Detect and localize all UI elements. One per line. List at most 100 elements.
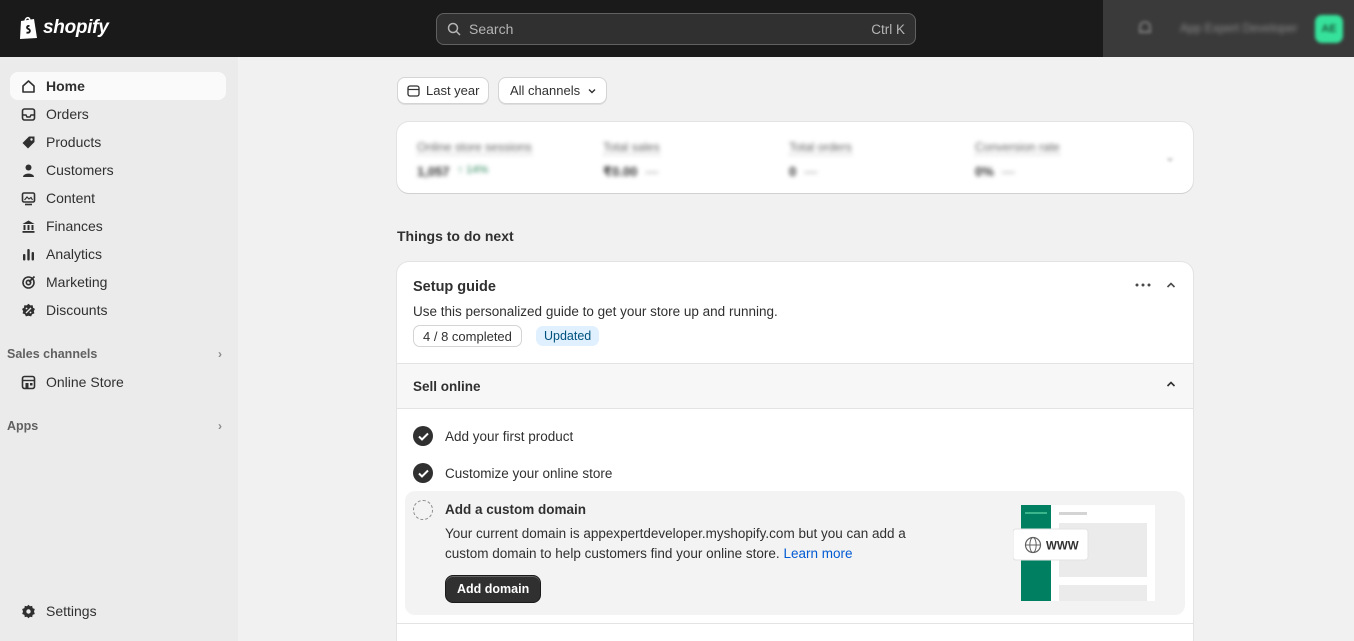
metric-change: ↑ 14% [457, 164, 489, 176]
sidebar-item-label: Settings [46, 603, 97, 619]
setup-guide-title: Setup guide [413, 279, 496, 295]
setup-guide-card: Setup guide Use this personalized guide … [397, 262, 1193, 641]
chevron-down-icon[interactable]: ⌄ [1165, 150, 1175, 164]
domain-illustration: WWW [1013, 505, 1155, 601]
sidebar-item-products[interactable]: Products [10, 128, 226, 156]
apps-label: Apps [7, 419, 39, 433]
metric-value: ₹0.00 [603, 164, 638, 179]
shopify-bag-icon [20, 16, 37, 39]
metric-total-orders: Total orders 0 — [789, 138, 852, 179]
metric-change: — [645, 164, 659, 179]
metric-change: — [1001, 164, 1015, 179]
chevron-down-icon [588, 88, 596, 93]
sales-channels-label: Sales channels [7, 347, 98, 361]
gear-icon [20, 603, 36, 619]
chevron-up-icon[interactable] [1165, 378, 1177, 390]
metric-label: Total orders [789, 140, 852, 155]
sidebar-item-label: Home [46, 78, 85, 94]
sidebar-item-label: Online Store [46, 374, 124, 390]
chevron-right-icon: › [218, 419, 222, 433]
metric-label: Online store sessions [417, 140, 532, 155]
add-domain-button[interactable]: Add domain [445, 575, 542, 603]
bank-icon [20, 218, 36, 234]
discount-icon [20, 302, 36, 318]
sidebar-item-customers[interactable]: Customers [10, 156, 226, 184]
setup-guide-subtitle: Use this personalized guide to get your … [413, 304, 778, 319]
channels-select[interactable]: All channels [498, 77, 608, 104]
search-placeholder: Search [469, 21, 514, 37]
task-custom-domain: Add a custom domain Your current domain … [405, 491, 1185, 615]
metric-value: 1,057 [417, 164, 450, 179]
top-bar: shopify Search Ctrl K App Expert Develop… [0, 0, 1354, 57]
metric-sessions: Online store sessions 1,057 ↑ 14% [417, 138, 532, 179]
sidebar-item-finances[interactable]: Finances [10, 212, 226, 240]
brand-name: shopify [43, 16, 109, 38]
sell-online-section[interactable]: Sell online [397, 363, 1193, 409]
store-icon [20, 374, 36, 390]
sidebar-item-orders[interactable]: Orders [10, 100, 226, 128]
chevron-right-icon: › [218, 347, 222, 361]
metric-conversion-rate: Conversion rate 0% — [975, 138, 1060, 179]
more-icon[interactable] [1135, 283, 1151, 287]
search-shortcut: Ctrl K [871, 21, 905, 37]
image-icon [20, 190, 36, 206]
bell-icon[interactable] [1134, 17, 1156, 39]
task-customize-store[interactable]: Customize your online store [413, 463, 612, 483]
calendar-icon [407, 85, 420, 97]
section-title: Sell online [413, 379, 481, 394]
metrics-card[interactable]: Online store sessions 1,057 ↑ 14% Total s… [397, 122, 1193, 193]
sidebar-item-label: Orders [46, 106, 89, 122]
metric-label: Total sales [603, 140, 660, 155]
sidebar-item-label: Discounts [46, 302, 108, 318]
sidebar-item-settings[interactable]: Settings [10, 597, 226, 625]
date-range-label: Last year [426, 83, 480, 98]
updated-badge: Updated [536, 326, 600, 346]
sales-channels-header[interactable]: Sales channels › [7, 347, 222, 361]
task-label: Customize your online store [445, 465, 613, 481]
check-circle-icon [413, 463, 433, 483]
metric-value: 0 [789, 164, 797, 179]
sidebar-item-content[interactable]: Content [10, 184, 226, 212]
shopify-logo[interactable]: shopify [18, 15, 109, 40]
check-circle-icon [413, 426, 433, 446]
person-icon [20, 162, 36, 178]
sidebar-item-home[interactable]: Home [10, 72, 226, 100]
inbox-icon [20, 106, 36, 122]
metric-label: Conversion rate [975, 140, 1060, 155]
sidebar-item-label: Analytics [46, 246, 103, 262]
learn-more-link[interactable]: Learn more [783, 546, 852, 561]
task-description: Your current domain is appexpertdevelope… [445, 524, 925, 564]
sidebar-item-label: Products [46, 134, 102, 150]
sidebar-item-online-store[interactable]: Online Store [10, 368, 226, 396]
account-name[interactable]: App Expert Developer [1180, 21, 1297, 35]
chevron-up-icon[interactable] [1165, 279, 1177, 291]
metric-change: — [804, 164, 818, 179]
avatar[interactable]: AE [1315, 15, 1343, 43]
sidebar-item-label: Customers [46, 162, 114, 178]
incomplete-circle-icon[interactable] [413, 500, 433, 520]
date-range-button[interactable]: Last year [397, 77, 490, 104]
sidebar-item-label: Finances [46, 218, 103, 234]
www-label: WWW [1046, 541, 1079, 553]
bar-chart-icon [20, 246, 36, 262]
divider [397, 623, 1193, 624]
sidebar-item-label: Content [46, 190, 96, 206]
tag-icon [20, 134, 36, 150]
sidebar-item-analytics[interactable]: Analytics [10, 240, 226, 268]
task-add-first-product[interactable]: Add your first product [413, 426, 573, 446]
channels-label: All channels [510, 83, 581, 98]
progress-badge: 4 / 8 completed [413, 325, 522, 347]
card-actions [1135, 279, 1177, 291]
home-icon [20, 78, 36, 94]
sidebar-item-discounts[interactable]: Discounts [10, 296, 226, 324]
sidebar-item-marketing[interactable]: Marketing [10, 268, 226, 296]
sidebar-item-label: Marketing [46, 274, 108, 290]
search-icon [447, 22, 461, 36]
metric-total-sales: Total sales ₹0.00 — [603, 138, 660, 180]
task-label: Add your first product [445, 428, 574, 444]
things-to-do-heading: Things to do next [397, 228, 514, 244]
task-title: Add a custom domain [445, 502, 587, 517]
metric-value: 0% [975, 164, 994, 179]
apps-header[interactable]: Apps › [7, 419, 222, 433]
search-input[interactable]: Search Ctrl K [436, 13, 916, 45]
